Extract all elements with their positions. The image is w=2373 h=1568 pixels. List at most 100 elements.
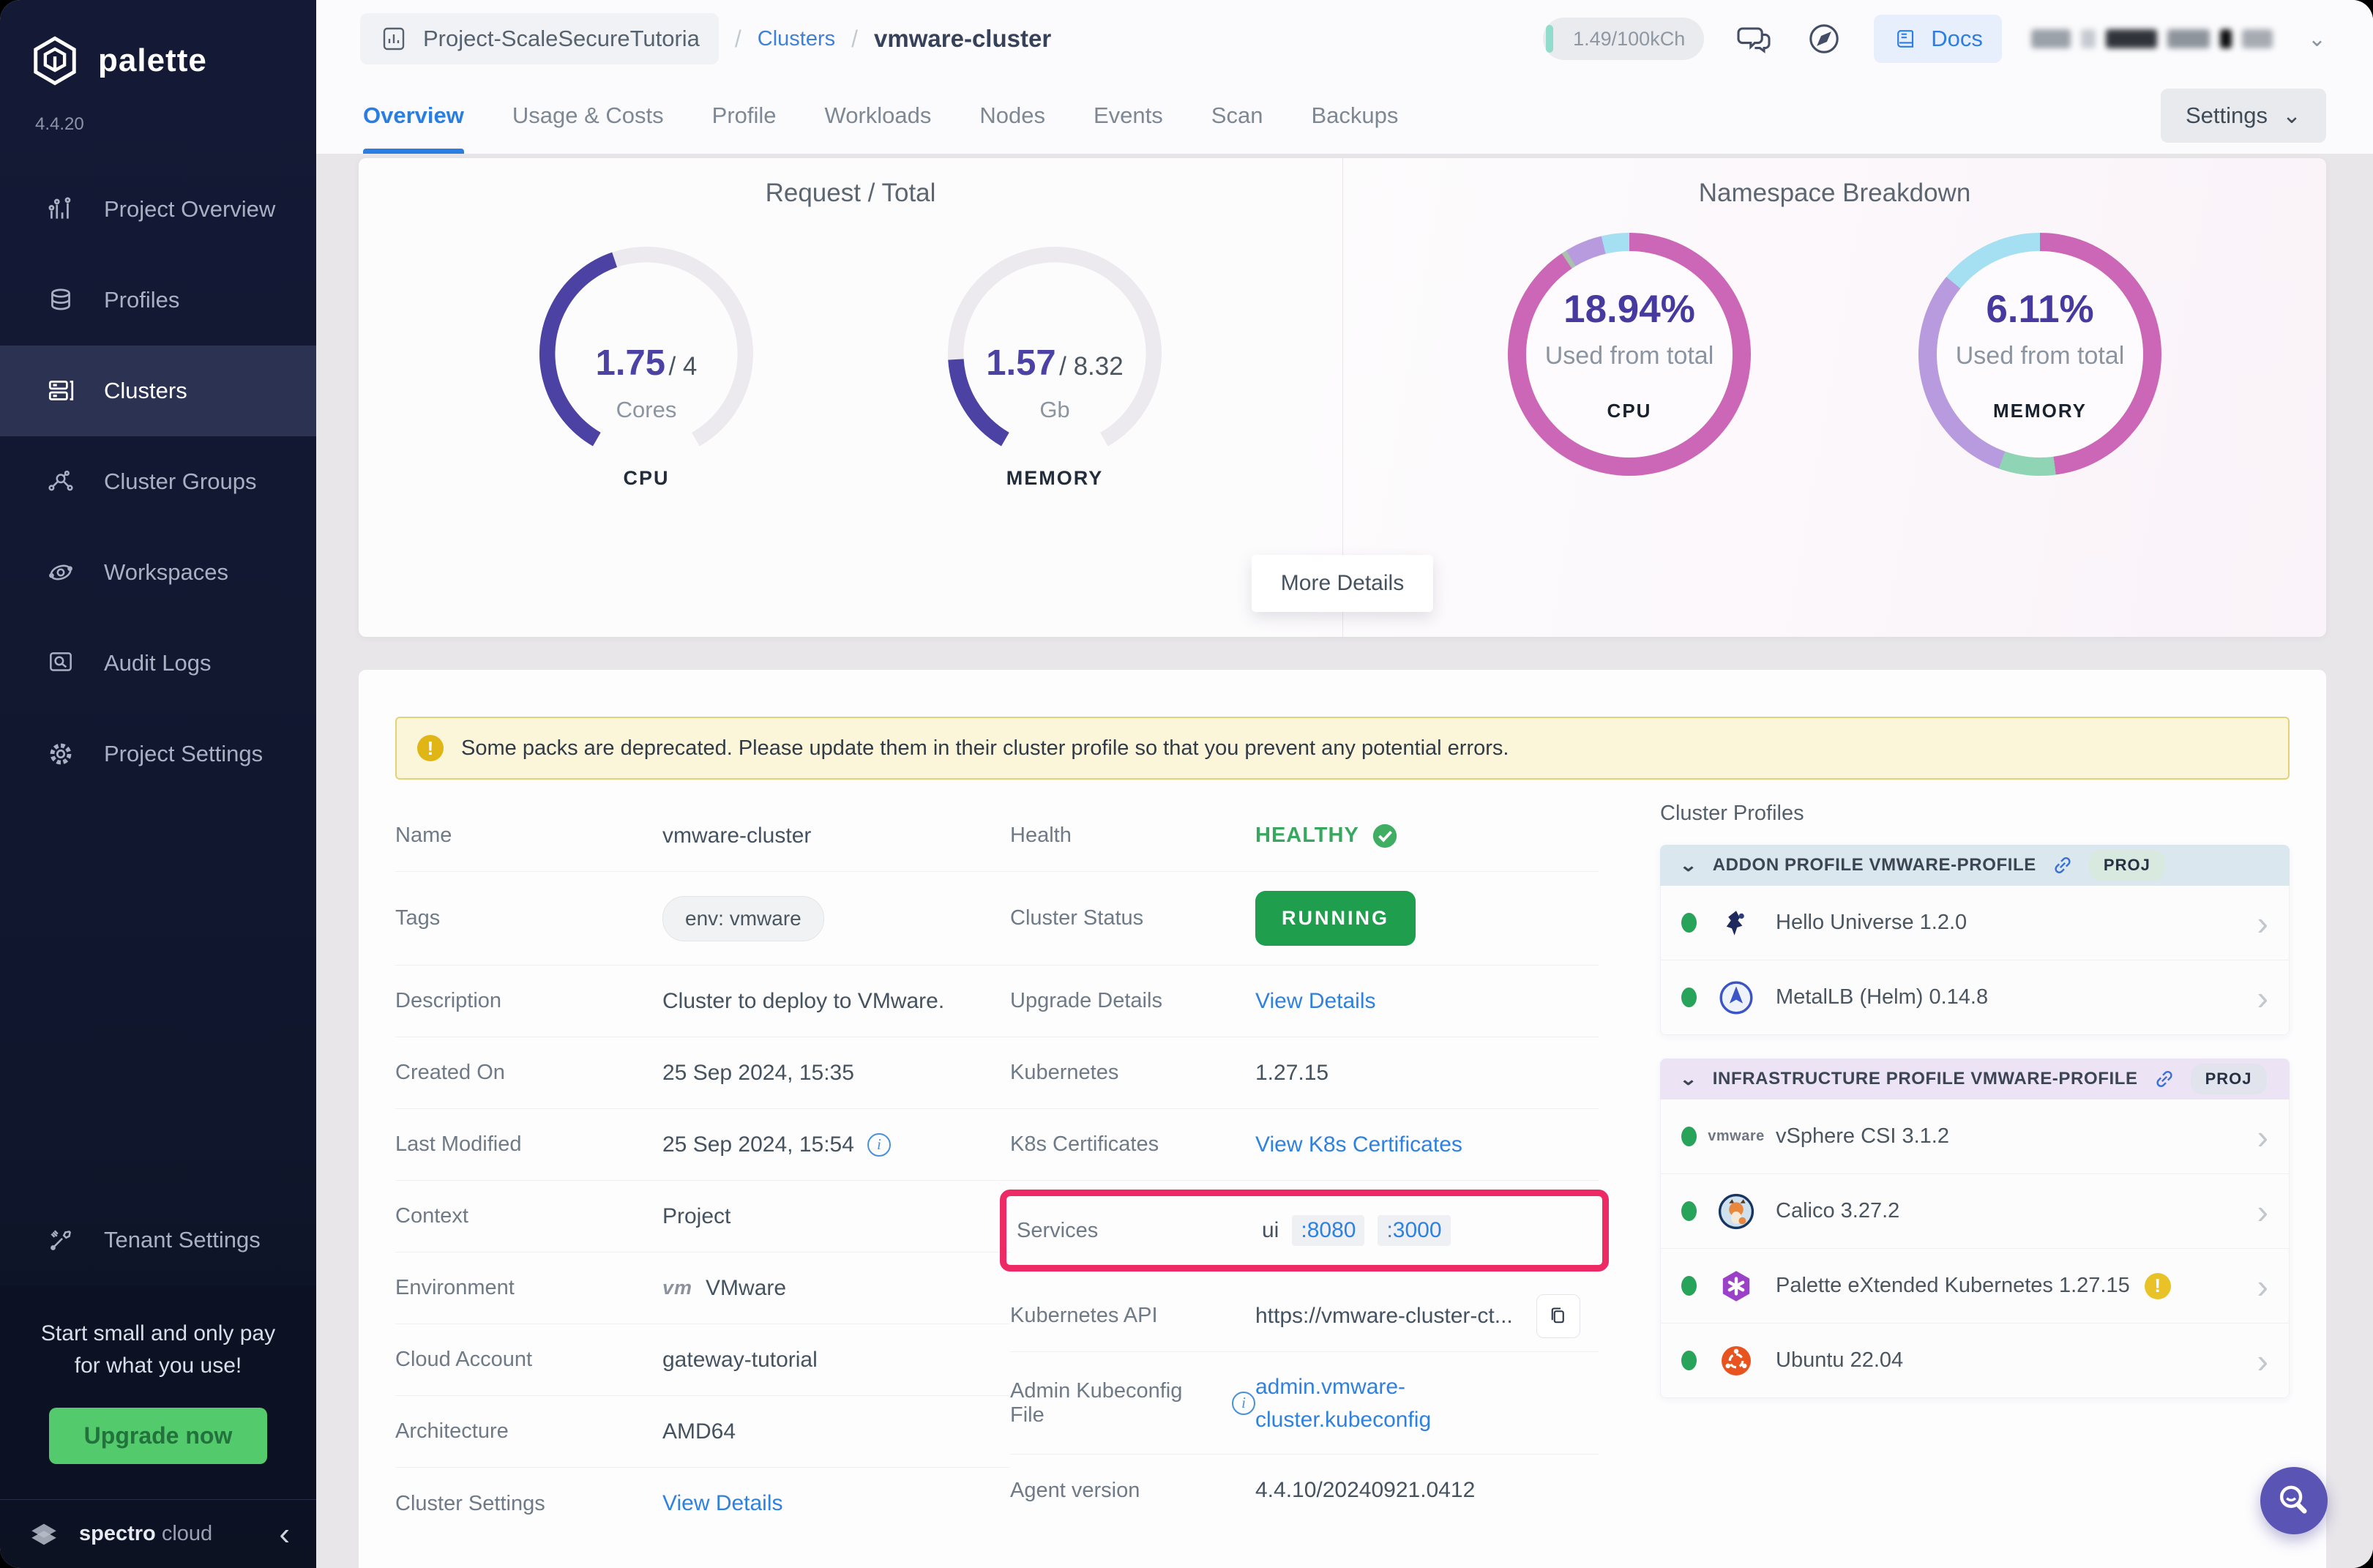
pack-row-metallb[interactable]: MetalLB (Helm) 0.14.8 ›: [1660, 960, 2290, 1035]
app-version: 4.4.20: [29, 86, 287, 157]
cpu-request-value: 1.75: [596, 343, 665, 383]
row-cluster-status: Cluster Status RUNNING: [1010, 872, 1599, 966]
tab-usage-costs[interactable]: Usage & Costs: [512, 78, 664, 154]
row-label: Cluster Status: [1010, 906, 1255, 930]
row-cluster-settings: Cluster Settings View Details: [395, 1468, 1010, 1539]
sidebar-item-label: Profiles: [104, 287, 179, 313]
more-details-button[interactable]: More Details: [1252, 555, 1433, 612]
infrastructure-profile-group-header[interactable]: ⌄ INFRASTRUCTURE PROFILE VMWARE-PROFILE …: [1660, 1059, 2290, 1100]
sidebar-item-project-settings[interactable]: Project Settings: [0, 709, 316, 799]
tab-workloads[interactable]: Workloads: [825, 78, 932, 154]
pack-name: Ubuntu 22.04: [1776, 1348, 1903, 1373]
cluster-profiles-panel: Cluster Profiles ⌄ ADDON PROFILE VMWARE-…: [1647, 800, 2290, 1539]
settings-label: Settings: [2186, 102, 2268, 129]
row-label: Services: [1017, 1219, 1262, 1243]
tab-scan[interactable]: Scan: [1211, 78, 1263, 154]
sidebar-footer: spectro cloud ‹: [0, 1499, 316, 1568]
bar-chart-icon: [45, 194, 76, 225]
chevron-down-icon: ⌄: [1679, 855, 1698, 876]
sidebar-tenant-section: Tenant Settings: [0, 1195, 316, 1285]
memory-total-value: / 8.32: [1059, 352, 1124, 381]
sidebar-item-label: Project Overview: [104, 196, 275, 223]
admin-kubeconfig-link[interactable]: admin.vmware-cluster.kubeconfig: [1255, 1370, 1497, 1436]
upsell-message: Start small and only pay for what you us…: [26, 1318, 290, 1381]
link-icon: [2153, 1067, 2176, 1091]
view-k8s-certificates-link[interactable]: View K8s Certificates: [1255, 1132, 1462, 1157]
tabs-bar: Overview Usage & Costs Profile Workloads…: [316, 78, 2373, 154]
chevron-right-icon: ›: [2257, 906, 2268, 940]
audit-search-icon: [45, 648, 76, 679]
pack-row-vsphere-csi[interactable]: vmware vSphere CSI 3.1.2 ›: [1660, 1100, 2290, 1174]
pack-row-calico[interactable]: Calico 3.27.2 ›: [1660, 1174, 2290, 1249]
namespace-breakdown-panel: Namespace Breakdown 18.94% Used from tot…: [1342, 158, 2326, 637]
row-label: Tags: [395, 906, 662, 930]
tab-nodes[interactable]: Nodes: [979, 78, 1045, 154]
row-label: Context: [395, 1204, 662, 1228]
settings-button[interactable]: Settings ⌄: [2161, 89, 2326, 143]
usage-progress-indicator: [1546, 25, 1553, 53]
info-icon[interactable]: i: [1232, 1392, 1255, 1415]
project-chart-icon: [379, 24, 408, 53]
sidebar-item-clusters[interactable]: Clusters: [0, 346, 316, 436]
user-menu-chevron-down-icon[interactable]: ⌄: [2308, 26, 2326, 52]
pxk-icon: [1717, 1267, 1755, 1305]
row-label: Created On: [395, 1061, 662, 1085]
chevron-right-icon: ›: [2257, 1195, 2268, 1228]
kubernetes-version-value: 1.27.15: [1255, 1061, 1599, 1086]
breadcrumb-clusters-link[interactable]: Clusters: [758, 27, 835, 51]
sidebar-item-tenant-settings[interactable]: Tenant Settings: [0, 1195, 316, 1285]
layers-icon: [45, 285, 76, 316]
tab-events[interactable]: Events: [1094, 78, 1163, 154]
docs-button[interactable]: Docs: [1874, 15, 2002, 63]
sidebar-item-audit-logs[interactable]: Audit Logs: [0, 618, 316, 709]
compass-icon[interactable]: [1804, 18, 1845, 59]
architecture-value: AMD64: [662, 1419, 1010, 1444]
description-value: Cluster to deploy to VMware.: [662, 989, 1010, 1014]
cluster-details-card: ! Some packs are deprecated. Please upda…: [359, 670, 2326, 1568]
pack-warning-icon: !: [2145, 1273, 2171, 1299]
footer-brand-primary: spectro: [79, 1522, 156, 1545]
sidebar-item-workspaces[interactable]: Workspaces: [0, 527, 316, 618]
sidebar-item-project-overview[interactable]: Project Overview: [0, 164, 316, 255]
row-agent-version: Agent version 4.4.10/20240921.0412: [1010, 1455, 1599, 1526]
addon-profile-group: ⌄ ADDON PROFILE VMWARE-PROFILE PROJ: [1660, 845, 2290, 1035]
pack-row-ubuntu[interactable]: Ubuntu 22.04 ›: [1660, 1324, 2290, 1398]
service-port-3000-link[interactable]: :3000: [1378, 1215, 1450, 1246]
pack-status-dot: [1681, 1276, 1697, 1296]
upgrade-now-button[interactable]: Upgrade now: [49, 1408, 268, 1464]
addon-profile-group-header[interactable]: ⌄ ADDON PROFILE VMWARE-PROFILE PROJ: [1660, 845, 2290, 886]
memory-used-caption: Used from total: [1956, 342, 2125, 370]
page-content: Request / Total 1.75 / 4 Cores: [316, 154, 2373, 1568]
row-label: Environment: [395, 1276, 662, 1300]
last-modified-value: 25 Sep 2024, 15:54: [662, 1132, 854, 1157]
copy-button[interactable]: [1536, 1294, 1580, 1338]
sidebar-item-profiles[interactable]: Profiles: [0, 255, 316, 346]
tab-profile[interactable]: Profile: [712, 78, 777, 154]
sidebar-item-cluster-groups[interactable]: Cluster Groups: [0, 436, 316, 527]
cpu-donut: 18.94% Used from total CPU: [1505, 233, 1754, 476]
collapse-sidebar-icon[interactable]: ‹: [279, 1518, 290, 1550]
project-selector[interactable]: Project-ScaleSecureTutoria: [360, 13, 719, 64]
brand-block: palette 4.4.20: [0, 0, 316, 164]
check-circle-icon: [1371, 822, 1399, 850]
metallb-icon: [1717, 979, 1755, 1017]
upgrade-view-details-link[interactable]: View Details: [1255, 989, 1376, 1014]
sidebar-nav: Project Overview Profiles Clusters: [0, 164, 316, 799]
usage-quota-pill[interactable]: 1.49/100kCh: [1543, 18, 1704, 60]
vmware-icon: vmware: [1708, 1128, 1765, 1145]
tab-overview[interactable]: Overview: [363, 78, 464, 154]
info-icon[interactable]: i: [867, 1133, 891, 1157]
cpu-donut-label: CPU: [1607, 400, 1652, 422]
row-name: Name vmware-cluster: [395, 800, 1010, 872]
link-icon: [2051, 854, 2074, 877]
chat-icon[interactable]: [1733, 18, 1774, 59]
search-fab-button[interactable]: [2260, 1467, 2328, 1534]
row-architecture: Architecture AMD64: [395, 1396, 1010, 1468]
pack-row-hello-universe[interactable]: Hello Universe 1.2.0 ›: [1660, 886, 2290, 960]
pack-row-palette-extended-kubernetes[interactable]: Palette eXtended Kubernetes 1.27.15 ! ›: [1660, 1249, 2290, 1324]
warning-icon: !: [417, 735, 444, 761]
tab-backups[interactable]: Backups: [1311, 78, 1398, 154]
row-label: Upgrade Details: [1010, 989, 1255, 1013]
service-port-8080-link[interactable]: :8080: [1292, 1215, 1364, 1246]
cluster-settings-view-details-link[interactable]: View Details: [662, 1491, 783, 1516]
